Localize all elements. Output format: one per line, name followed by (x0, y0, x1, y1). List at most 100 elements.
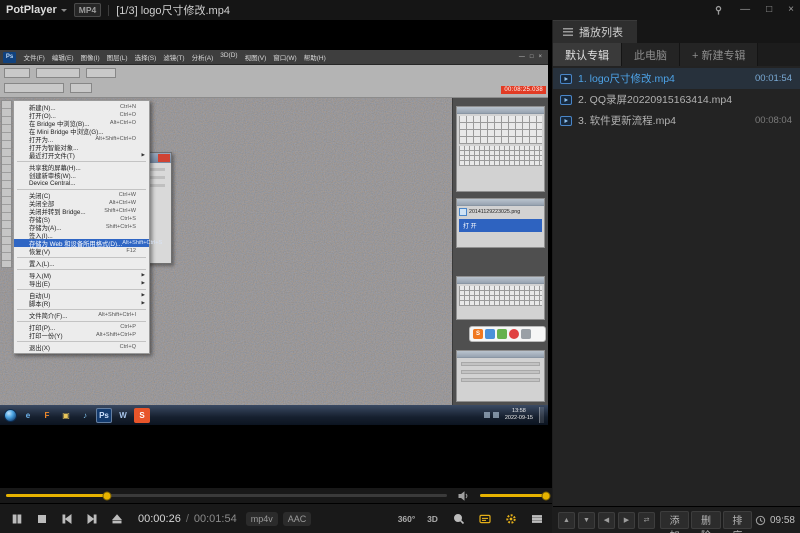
search-zoom-button[interactable] (447, 507, 470, 531)
ps-panel-dock: 20141129223025.png 打 开 S (452, 98, 548, 405)
3d-button[interactable]: 3D (421, 507, 444, 531)
clock-icon (755, 515, 766, 526)
titlebar-divider (108, 5, 109, 16)
album-tab[interactable]: 此电脑 (622, 43, 680, 66)
playlist-item[interactable]: 1. logo尺寸修改.mp4 00:01:54 (553, 68, 800, 89)
ps-window-button: □ (530, 54, 534, 60)
previous-button[interactable] (54, 507, 79, 531)
ps-option-widget (86, 68, 116, 78)
playlist-nav-button[interactable]: ▶ (618, 512, 635, 529)
ps-file-menu-item: 脚本(R) (14, 299, 149, 307)
show-desktop-button (539, 407, 544, 423)
right-control-group: 360° 3D (395, 507, 548, 531)
ps-menu: 视图(V) (241, 52, 270, 62)
ps-dialog-close-icon (158, 154, 170, 162)
maximize-button[interactable]: □ (766, 5, 772, 15)
ps-option-widget (70, 83, 92, 93)
ps-file-row: 20141129223025.png (457, 206, 544, 217)
album-tab-row: 默认专辑此电脑+ 新建专辑 (553, 43, 800, 66)
ps-file-menu-item: 置入(L)... (14, 259, 149, 267)
settings-gear-icon[interactable] (499, 507, 522, 531)
seek-bar[interactable] (6, 494, 447, 497)
next-button[interactable] (79, 507, 104, 531)
menu-hamburger-icon[interactable] (525, 507, 548, 531)
open-file-button[interactable] (104, 507, 129, 531)
ps-panel-header (457, 199, 544, 206)
taskbar-app-icon: S (134, 408, 150, 423)
seek-handle[interactable] (103, 491, 112, 500)
album-tab[interactable]: + 新建专辑 (680, 43, 758, 66)
taskbar-clock: 13:58 2022-09-15 (502, 408, 536, 421)
ps-adjustments-panel (456, 276, 545, 320)
playlist-nav-button[interactable]: ▲ (558, 512, 575, 529)
window-title: [1/3] logo尺寸修改.mp4 (116, 2, 230, 18)
ps-icon-grid (459, 286, 542, 306)
playlist-action-button[interactable]: 删除 (691, 511, 720, 529)
ps-menu: 帮助(H) (300, 52, 329, 62)
ps-swatch-grid (459, 116, 542, 144)
ps-open-menuitem: 打 开 (459, 219, 542, 232)
volume-bar[interactable] (480, 494, 546, 497)
ps-menu: 分析(A) (188, 52, 217, 62)
ps-file-menu-item: 文件简介(F)... Alt+Shift+Ctrl+I (14, 311, 149, 319)
ps-menu: 3D(D) (217, 52, 241, 62)
ps-swatch-grid (459, 146, 542, 166)
playlist-action-buttons: 添加删除排序 (658, 511, 752, 529)
ps-menu: 编辑(E) (48, 52, 77, 62)
playlist-nav-button[interactable]: ◀ (598, 512, 615, 529)
ps-file-menu-item: 打印一份(Y) Alt+Shift+Ctrl+P (14, 331, 149, 339)
ps-options-bar: 00:08:25.038 (0, 65, 548, 98)
playlist-items: 1. logo尺寸修改.mp4 00:01:54 2. QQ录屏20220915… (553, 66, 800, 506)
speaker-icon[interactable] (457, 490, 470, 502)
video-display[interactable]: Ps 文件(F)编辑(E)图像(I)图层(L)选择(S)滤镜(T)分析(A)3D… (0, 20, 552, 487)
subtitle-button[interactable] (473, 507, 496, 531)
playlist-action-button[interactable]: 排序 (723, 511, 752, 529)
ps-file-menu-item: 导出(E) (14, 279, 149, 287)
playlist-icon (563, 28, 573, 36)
app-menu-button[interactable]: PotPlayer (6, 4, 67, 16)
ps-window-buttons: —□× (519, 54, 545, 60)
player-column: Ps 文件(F)编辑(E)图像(I)图层(L)选择(S)滤镜(T)分析(A)3D… (0, 20, 553, 533)
seek-row (0, 487, 552, 503)
system-tray: 13:58 2022-09-15 (484, 407, 544, 423)
playlist-item[interactable]: 2. QQ录屏20220915163414.mp4 (553, 89, 800, 110)
ps-minibridge-panel: 20141129223025.png 打 开 (456, 198, 545, 248)
ps-menu-list: 文件(F)编辑(E)图像(I)图层(L)选择(S)滤镜(T)分析(A)3D(D)… (20, 52, 329, 62)
taskbar-app-icon: ♪ (77, 408, 93, 423)
audio-codec-badge: AAC (283, 512, 312, 526)
main-area: Ps 文件(F)编辑(E)图像(I)图层(L)选择(S)滤镜(T)分析(A)3D… (0, 20, 800, 533)
recording-timer-badge: 00:08:25.038 (501, 86, 546, 94)
ps-window-button: — (519, 54, 525, 60)
album-tab[interactable]: 默认专辑 (553, 43, 622, 66)
ps-option-widget (4, 83, 64, 93)
chevron-down-icon (61, 9, 67, 15)
video-file-icon (560, 94, 572, 106)
taskbar-time: 13:58 (512, 408, 526, 414)
ps-file-menu-item: 创建新审核(W)... (14, 171, 149, 179)
tray-icon (493, 412, 499, 418)
volume-handle[interactable] (542, 491, 551, 500)
vr-360-button[interactable]: 360° (395, 507, 418, 531)
stop-button[interactable] (29, 507, 54, 531)
taskbar-app-icon: Ps (96, 408, 112, 423)
pause-button[interactable] (4, 507, 29, 531)
time-display[interactable]: 00:00:26 / 00:01:54 (138, 513, 237, 525)
pin-icon[interactable] (713, 5, 724, 16)
minimize-button[interactable]: — (740, 5, 750, 15)
ps-logo: Ps (3, 52, 16, 63)
app-name: PotPlayer (6, 4, 57, 16)
tab-playlist[interactable]: 播放列表 (553, 20, 637, 43)
playlist-nav-button[interactable]: ⇄ (638, 512, 655, 529)
video-file-icon (560, 73, 572, 85)
close-button[interactable]: × (788, 5, 794, 15)
ps-layers-panel (456, 350, 545, 402)
window-controls: — □ × (713, 5, 794, 16)
playlist-action-button[interactable]: 添加 (660, 511, 689, 529)
playlist-tab-row: 播放列表 (553, 20, 800, 43)
playlist-nav-button[interactable]: ▼ (578, 512, 595, 529)
ps-file-name: 20141129223025.png (469, 209, 520, 215)
taskbar-app-icon: F (39, 408, 55, 423)
video-file-icon (560, 115, 572, 127)
playlist-item[interactable]: 3. 软件更新流程.mp4 00:08:04 (553, 110, 800, 131)
ps-file-menu-item: Device Central... (14, 179, 149, 187)
